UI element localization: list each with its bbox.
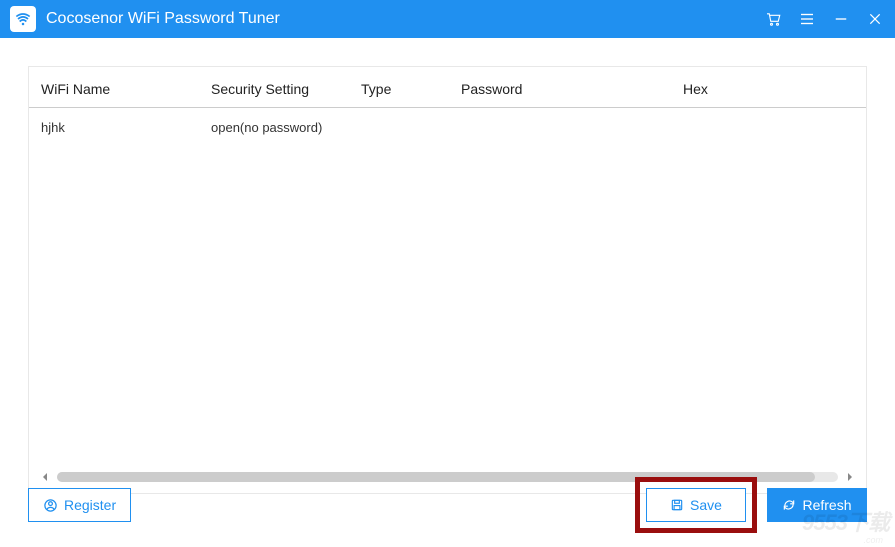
cell-security: open(no password) — [211, 120, 361, 135]
save-label: Save — [690, 497, 722, 513]
save-highlight-box: Save — [635, 477, 757, 533]
cart-icon[interactable] — [763, 9, 783, 29]
table-header: WiFi Name Security Setting Type Password… — [29, 67, 866, 108]
cell-hex — [683, 120, 854, 135]
close-icon[interactable] — [865, 9, 885, 29]
register-label: Register — [64, 497, 116, 513]
wifi-table: WiFi Name Security Setting Type Password… — [29, 67, 866, 147]
register-button[interactable]: Register — [28, 488, 131, 522]
header-type: Type — [361, 81, 461, 97]
header-password: Password — [461, 81, 683, 97]
app-title: Cocosenor WiFi Password Tuner — [46, 10, 763, 28]
content-panel: WiFi Name Security Setting Type Password… — [28, 66, 867, 494]
header-security: Security Setting — [211, 81, 361, 97]
register-icon — [43, 498, 58, 513]
refresh-button[interactable]: Refresh — [767, 488, 867, 522]
header-wifi-name: WiFi Name — [41, 81, 211, 97]
cell-type — [361, 120, 461, 135]
titlebar: Cocosenor WiFi Password Tuner — [0, 0, 895, 38]
minimize-icon[interactable] — [831, 9, 851, 29]
cell-password — [461, 120, 683, 135]
header-hex: Hex — [683, 81, 854, 97]
save-icon — [670, 498, 684, 512]
watermark-sub: .com — [863, 535, 883, 545]
app-logo-icon — [10, 6, 36, 32]
menu-icon[interactable] — [797, 9, 817, 29]
footer: Register Save Refresh — [28, 477, 867, 533]
cell-wifi-name: hjhk — [41, 120, 211, 135]
save-button[interactable]: Save — [646, 488, 746, 522]
refresh-label: Refresh — [802, 497, 851, 513]
table-row[interactable]: hjhk open(no password) — [29, 108, 866, 147]
refresh-icon — [782, 498, 796, 512]
